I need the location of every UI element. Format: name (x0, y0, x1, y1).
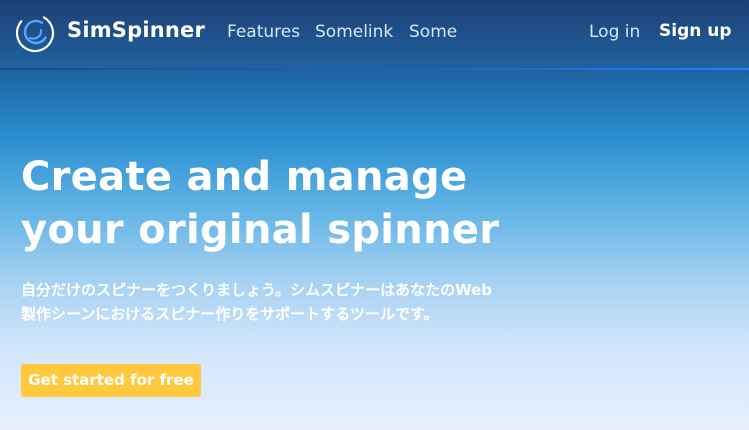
nav-link-some[interactable]: Some (409, 22, 457, 42)
hero-description: 自分だけのスピナーをつくりましょう。シムスピナーはあなたのWeb 製作シーンにお… (21, 278, 492, 326)
nav-divider (0, 68, 749, 70)
spinner-swirl-icon[interactable] (14, 12, 56, 54)
get-started-button[interactable]: Get started for free (21, 364, 201, 397)
top-navigation: SimSpinner Features Somelink Some Log in… (0, 0, 749, 68)
hero-title-line-1: Create and manage (21, 154, 468, 200)
nav-link-features[interactable]: Features (227, 22, 300, 42)
hero-description-line-1: 自分だけのスピナーをつくりましょう。シムスピナーはあなたのWeb (21, 281, 493, 299)
signup-link[interactable]: Sign up (659, 21, 732, 41)
nav-link-somelink[interactable]: Somelink (315, 22, 393, 42)
brand-name[interactable]: SimSpinner (67, 18, 205, 42)
login-link[interactable]: Log in (589, 22, 640, 42)
hero-description-line-2: 製作シーンにおけるスピナー作りをサポートするツールです。 (21, 305, 439, 323)
hero-title: Create and manage your original spinner (21, 151, 499, 257)
hero-title-line-2: your original spinner (21, 207, 500, 253)
